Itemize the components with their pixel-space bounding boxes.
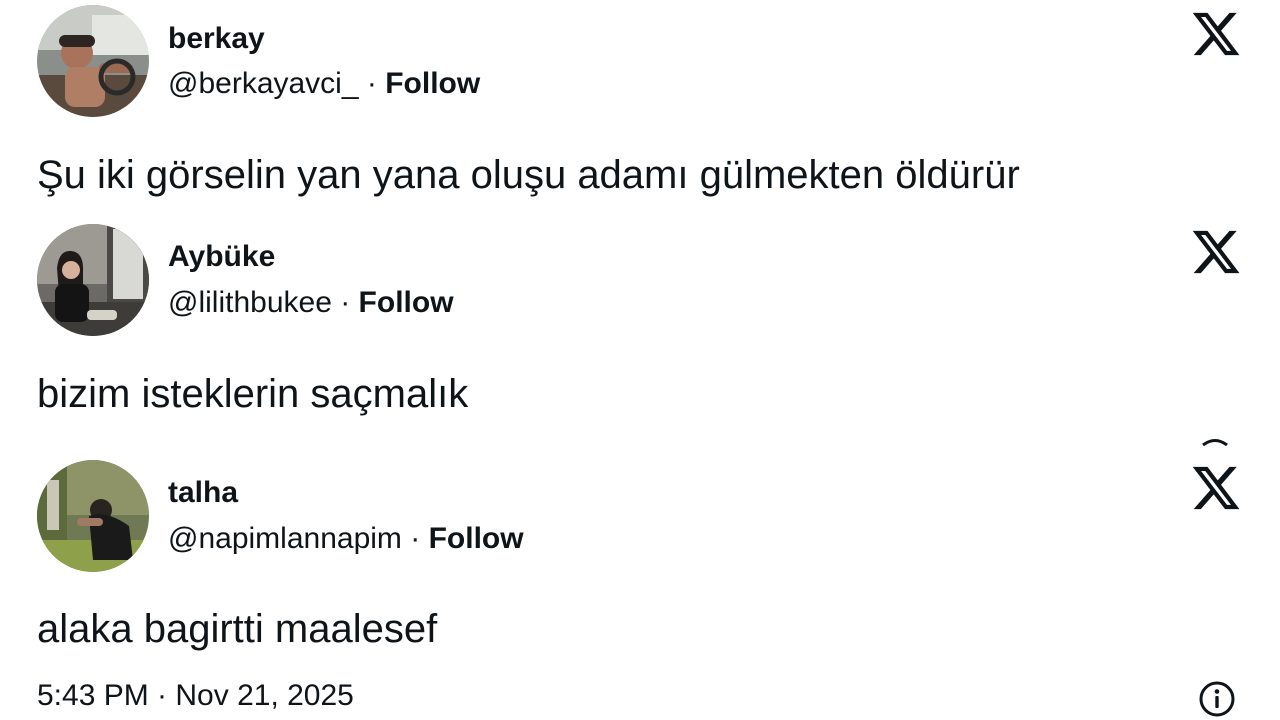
user-handle[interactable]: @lilithbukee xyxy=(168,286,332,319)
follow-button[interactable]: Follow xyxy=(359,286,454,319)
avatar[interactable] xyxy=(37,460,149,572)
x-logo-icon[interactable] xyxy=(1190,226,1242,278)
x-logo-icon[interactable] xyxy=(1190,8,1242,60)
avatar-photo-man xyxy=(37,460,149,572)
display-name[interactable]: berkay xyxy=(168,21,265,57)
user-handle[interactable]: @napimlannapim xyxy=(168,522,402,555)
display-name[interactable]: Aybüke xyxy=(168,239,275,275)
post-text: bizim isteklerin saçmalık xyxy=(37,372,469,416)
embedded-post-stack: berkay @berkayavci_ · Follow Şu iki görs… xyxy=(0,0,1280,720)
follow-button[interactable]: Follow xyxy=(429,522,524,555)
cropped-icon-fragment xyxy=(1202,439,1228,446)
post-text: Şu iki görselin yan yana oluşu adamı gül… xyxy=(37,153,1020,197)
user-handle[interactable]: @berkayavci_ xyxy=(168,67,359,100)
separator: · xyxy=(331,286,359,319)
separator: · xyxy=(358,67,386,100)
avatar[interactable] xyxy=(37,5,149,117)
post-timestamp[interactable]: 5:43 PM · Nov 21, 2025 xyxy=(37,678,354,714)
avatar-photo-driver xyxy=(37,5,149,117)
handle-line: @lilithbukee · Follow xyxy=(168,285,454,321)
handle-line: @berkayavci_ · Follow xyxy=(168,66,480,102)
avatar[interactable] xyxy=(37,224,149,336)
info-icon[interactable] xyxy=(1197,679,1237,719)
follow-button[interactable]: Follow xyxy=(385,67,480,100)
display-name[interactable]: talha xyxy=(168,475,238,511)
handle-line: @napimlannapim · Follow xyxy=(168,521,524,557)
x-logo-icon[interactable] xyxy=(1190,462,1242,514)
separator: · xyxy=(401,522,429,555)
avatar-photo-woman xyxy=(37,224,149,336)
post-text: alaka bagirtti maalesef xyxy=(37,607,438,651)
